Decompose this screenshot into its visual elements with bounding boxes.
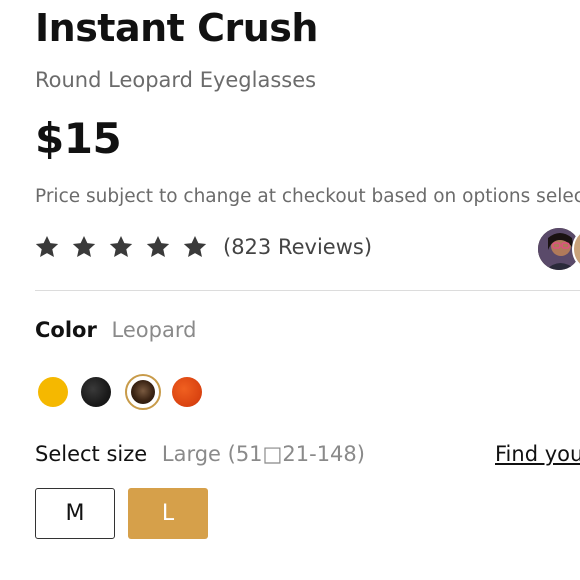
divider — [35, 290, 580, 291]
product-price: $15 — [35, 114, 122, 163]
star-icon — [108, 234, 134, 260]
price-note: Price subject to change at checkout base… — [35, 186, 580, 207]
find-your-size-link[interactable]: Find you — [495, 442, 580, 466]
color-swatch-leopard — [131, 380, 155, 404]
color-swatch-leopard-selected[interactable] — [125, 374, 161, 410]
product-subtitle: Round Leopard Eyeglasses — [35, 68, 317, 92]
rating-row: (823 Reviews) — [34, 230, 372, 264]
star-icon — [182, 234, 208, 260]
color-swatch-yellow[interactable] — [38, 377, 68, 407]
reviewer-avatars[interactable] — [536, 226, 580, 272]
reviews-count-link[interactable]: (823 Reviews) — [223, 235, 372, 259]
star-icon — [34, 234, 60, 260]
star-icon — [71, 234, 97, 260]
product-title: Instant Crush — [35, 6, 318, 50]
star-icon — [145, 234, 171, 260]
color-label: Color — [35, 318, 97, 342]
size-selector-header: Select size Large (51□21-148) — [35, 442, 365, 466]
selected-size-value: Large (51□21-148) — [161, 442, 365, 466]
color-selector-header: Color Leopard — [35, 318, 196, 342]
size-option-l-button[interactable]: L — [128, 488, 208, 539]
color-swatch-orange[interactable] — [172, 377, 202, 407]
size-label: Select size — [35, 442, 148, 466]
selected-color-value: Leopard — [111, 318, 197, 342]
size-option-m-button[interactable]: M — [35, 488, 115, 539]
product-detail-page: Instant Crush Round Leopard Eyeglasses $… — [0, 0, 580, 580]
color-swatch-black[interactable] — [81, 377, 111, 407]
